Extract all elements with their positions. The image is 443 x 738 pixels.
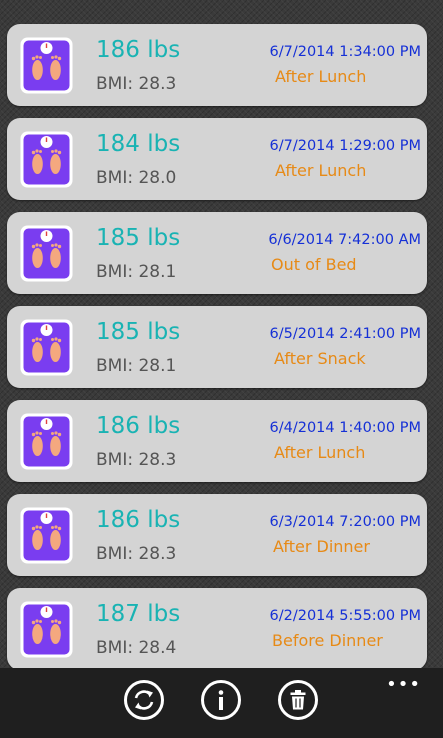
- bathroom-scale-icon: [20, 225, 73, 282]
- entry-datetime: 6/7/2014 1:34:00 PM: [269, 44, 422, 60]
- meal-context: After Snack: [274, 349, 366, 368]
- bathroom-scale-icon: [20, 319, 73, 376]
- sync-icon: [134, 690, 154, 710]
- weight-entry-list: 186 lbs BMI: 28.3 6/7/2014 1:34:00 PM Af…: [0, 0, 443, 668]
- weight-entry-card[interactable]: 187 lbs BMI: 28.4 6/2/2014 5:55:00 PM Be…: [7, 588, 427, 668]
- entry-datetime: 6/5/2014 2:41:00 PM: [269, 326, 422, 342]
- meal-context: Out of Bed: [271, 255, 357, 274]
- bmi-value: BMI: 28.3: [96, 450, 177, 470]
- weight-entry-card[interactable]: 185 lbs BMI: 28.1 6/6/2014 7:42:00 AM Ou…: [7, 212, 427, 294]
- weight-value: 184 lbs: [96, 131, 181, 157]
- meal-context: After Lunch: [275, 161, 367, 180]
- app-bar: •••: [0, 668, 443, 738]
- bathroom-scale-icon: [20, 507, 73, 564]
- more-menu-button[interactable]: •••: [386, 676, 421, 694]
- entry-datetime: 6/4/2014 1:40:00 PM: [269, 420, 422, 436]
- bmi-value: BMI: 28.1: [96, 356, 177, 376]
- entry-datetime: 6/7/2014 1:29:00 PM: [269, 138, 422, 154]
- weight-value: 186 lbs: [96, 37, 181, 63]
- bmi-value: BMI: 28.3: [96, 74, 177, 94]
- weight-value: 186 lbs: [96, 507, 181, 533]
- weight-entry-card[interactable]: 186 lbs BMI: 28.3 6/7/2014 1:34:00 PM Af…: [7, 24, 427, 106]
- weight-value: 185 lbs: [96, 225, 181, 251]
- weight-entry-card[interactable]: 186 lbs BMI: 28.3 6/4/2014 1:40:00 PM Af…: [7, 400, 427, 482]
- entry-datetime: 6/3/2014 7:20:00 PM: [269, 514, 422, 530]
- delete-button[interactable]: [278, 680, 318, 720]
- bmi-value: BMI: 28.4: [96, 638, 177, 658]
- meal-context: After Dinner: [273, 537, 370, 556]
- entry-datetime: 6/6/2014 7:42:00 AM: [268, 232, 421, 248]
- meal-context: Before Dinner: [272, 631, 383, 650]
- weight-value: 186 lbs: [96, 413, 181, 439]
- sync-button[interactable]: [124, 680, 164, 720]
- bathroom-scale-icon: [20, 601, 73, 658]
- bathroom-scale-icon: [20, 413, 73, 470]
- weight-value: 185 lbs: [96, 319, 181, 345]
- bmi-value: BMI: 28.3: [96, 544, 177, 564]
- info-button[interactable]: [201, 680, 241, 720]
- weight-entry-card[interactable]: 186 lbs BMI: 28.3 6/3/2014 7:20:00 PM Af…: [7, 494, 427, 576]
- bathroom-scale-icon: [20, 131, 73, 188]
- bathroom-scale-icon: [20, 37, 73, 94]
- bmi-value: BMI: 28.1: [96, 262, 177, 282]
- meal-context: After Lunch: [275, 67, 367, 86]
- entry-datetime: 6/2/2014 5:55:00 PM: [269, 608, 422, 624]
- weight-entry-card[interactable]: 185 lbs BMI: 28.1 6/5/2014 2:41:00 PM Af…: [7, 306, 427, 388]
- meal-context: After Lunch: [274, 443, 366, 462]
- info-icon: [218, 690, 224, 710]
- weight-value: 187 lbs: [96, 601, 181, 627]
- weight-entry-card[interactable]: 184 lbs BMI: 28.0 6/7/2014 1:29:00 PM Af…: [7, 118, 427, 200]
- bmi-value: BMI: 28.0: [96, 168, 177, 188]
- trash-icon: [290, 690, 306, 710]
